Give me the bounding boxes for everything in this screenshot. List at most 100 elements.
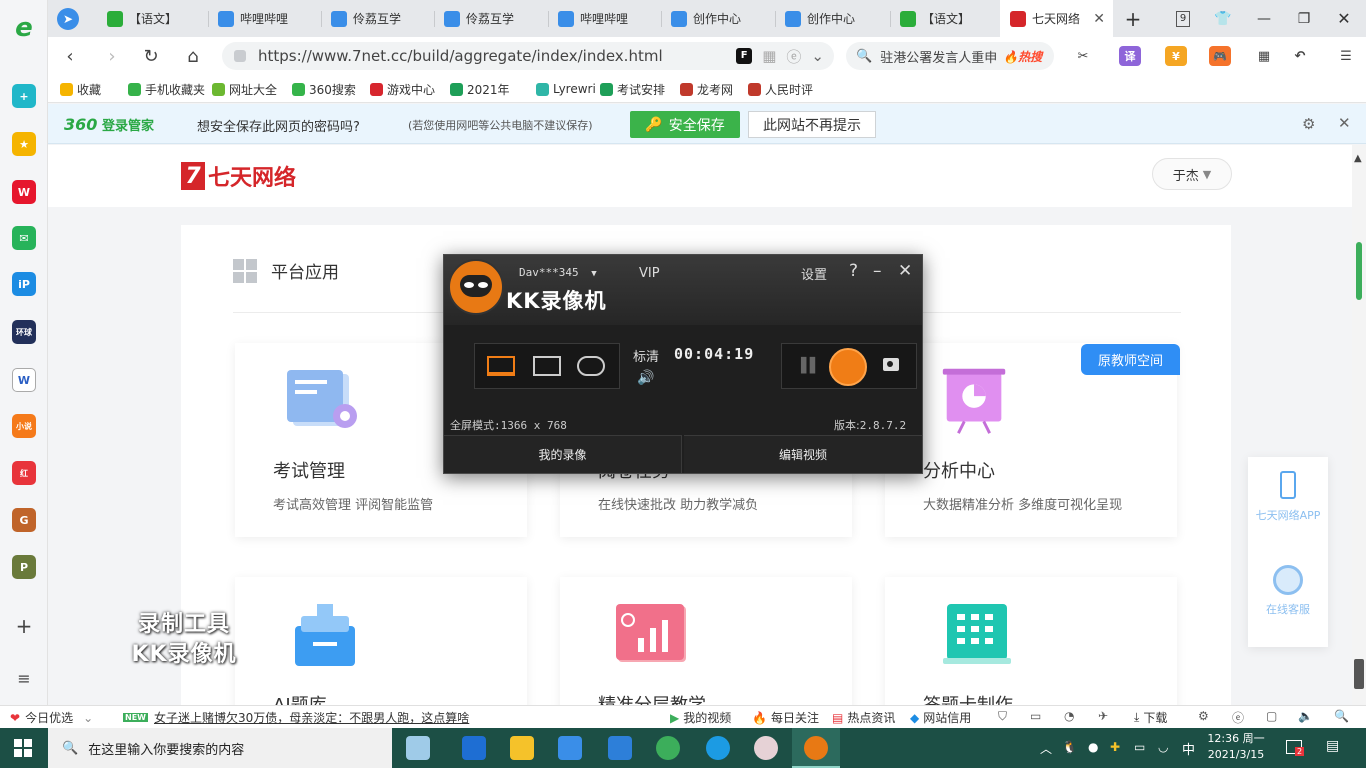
qr-icon[interactable]: ▦	[762, 47, 776, 65]
hot-news-link[interactable]: ▤ 热点资讯	[832, 709, 895, 726]
bookmark-item[interactable]: Lyrewri	[536, 81, 596, 97]
recorder-close-button[interactable]: ✕	[898, 261, 912, 281]
tray-qq-icon[interactable]: 🐧	[1062, 740, 1077, 754]
my-video-link[interactable]: ▶ 我的视频	[670, 709, 731, 726]
taskbar-tool-icon[interactable]	[754, 736, 778, 760]
daily-focus-link[interactable]: 🔥 每日关注	[752, 709, 819, 726]
taskbar-kk-active[interactable]	[792, 728, 840, 768]
recorder-settings-button[interactable]: 设置	[801, 264, 827, 283]
maximize-button[interactable]: ❐	[1284, 0, 1324, 37]
bookmark-item[interactable]: 考试安排	[600, 81, 665, 97]
sidebar-add-icon[interactable]: +	[12, 614, 36, 638]
tools-icon[interactable]: ⚙	[1198, 709, 1209, 723]
undo-icon[interactable]: ↶	[1289, 46, 1311, 66]
my-videos-button[interactable]: 我的录像	[444, 435, 682, 473]
home-button[interactable]: ⌂	[179, 43, 207, 69]
taskbar-search-input[interactable]: 🔍 在这里输入你要搜索的内容	[48, 728, 392, 768]
sidebar-news-icon[interactable]: 环球	[12, 320, 36, 344]
taskbar-clock[interactable]: 12:36 周一 2021/3/15	[1196, 731, 1276, 763]
forward-button[interactable]: ›	[98, 43, 126, 69]
pwbar-settings-icon[interactable]: ⚙	[1302, 115, 1315, 133]
sidebar-favorites-icon[interactable]: ★	[12, 132, 36, 156]
game-icon[interactable]: 🎮	[1209, 46, 1231, 66]
download-link[interactable]: ⤓ 下载	[1134, 709, 1167, 726]
sidebar-game-icon[interactable]: G	[12, 508, 36, 532]
page-scrollbar[interactable]: ▲	[1352, 145, 1366, 705]
translate-icon[interactable]: 译	[1119, 46, 1141, 66]
scroll-down-icon[interactable]	[1354, 659, 1364, 689]
browser-tab[interactable]: 创作中心	[775, 0, 889, 37]
browser-tab[interactable]: 哔哩哔哩	[548, 0, 660, 37]
sidebar-app-icon[interactable]: +	[12, 84, 36, 108]
scroll-up-icon[interactable]: ▲	[1354, 153, 1362, 164]
ie-mode-icon[interactable]: ⓔ	[1232, 709, 1244, 726]
pause-button[interactable]: ▌▌	[801, 358, 820, 374]
reload-button[interactable]: ↻	[137, 43, 165, 69]
sidebar-novel-icon[interactable]: 小说	[12, 414, 36, 438]
window-icon[interactable]: ▢	[1266, 709, 1277, 723]
url-input[interactable]: https://www.7net.cc/build/aggregate/inde…	[222, 42, 834, 70]
start-windows-icon[interactable]	[14, 739, 32, 757]
app-card-layered-teaching[interactable]: 精准分层教学	[560, 577, 852, 705]
sidebar-weibo-icon[interactable]: W	[12, 180, 36, 204]
taskbar-360-icon[interactable]	[656, 736, 680, 760]
nav-compass-icon[interactable]: ➤	[48, 0, 88, 37]
wallet-icon[interactable]: ¥	[1165, 46, 1187, 66]
app-card-answer-sheet[interactable]: 答题卡制作	[885, 577, 1177, 705]
tray-network-icon[interactable]: ▭	[1134, 740, 1145, 754]
action-center-icon[interactable]: ▤	[1326, 738, 1339, 754]
tray-360-icon[interactable]: ✚	[1110, 740, 1120, 754]
bookmark-item[interactable]: 龙考网	[680, 81, 733, 97]
taskbar-folder-icon[interactable]	[510, 736, 534, 760]
zoom-icon[interactable]: 🔍	[1334, 709, 1349, 723]
new-tab-button[interactable]: +	[1113, 0, 1153, 37]
news-headline-link[interactable]: NEW 女子迷上赌博欠30万债，母亲淡定：不跟男人跑，这点算啥	[123, 709, 469, 726]
browser-tab[interactable]: 七天网络 ✕	[1000, 0, 1113, 37]
tab-count-badge[interactable]: 9	[1163, 0, 1203, 37]
app-download-link[interactable]: 七天网络APP	[1248, 471, 1328, 523]
quality-label[interactable]: 标清	[633, 346, 659, 365]
hot-search-badge[interactable]: 🔥热搜	[1003, 48, 1042, 65]
vip-label[interactable]: VIP	[639, 266, 660, 281]
notification-icon[interactable]: 2	[1286, 740, 1305, 756]
sidebar-ip-icon[interactable]: iP	[12, 272, 36, 296]
close-window-button[interactable]: ✕	[1324, 0, 1364, 37]
bookmark-item[interactable]: 手机收藏夹	[128, 81, 205, 97]
taskbar-browser-icon[interactable]	[706, 736, 730, 760]
sidebar-menu-icon[interactable]: ≡	[12, 666, 36, 690]
browser-logo-icon[interactable]: e	[12, 13, 36, 43]
back-button[interactable]: ‹	[56, 43, 84, 69]
safe-save-button[interactable]: 🔑 安全保存	[630, 111, 740, 138]
taskbar-mail-icon[interactable]	[608, 736, 632, 760]
record-stop-button[interactable]	[829, 348, 867, 386]
compat-icon[interactable]: ⓔ	[786, 46, 801, 67]
sidebar-game2-icon[interactable]: P	[12, 555, 36, 579]
sidebar-mail-icon[interactable]: ✉	[12, 226, 36, 250]
site-trust-link[interactable]: ◆ 网站信用	[910, 709, 971, 726]
scroll-thumb[interactable]	[1356, 242, 1362, 300]
site-logo[interactable]: 7 七天网络	[181, 160, 296, 192]
region-mode-icon[interactable]	[533, 356, 561, 376]
edit-video-button[interactable]: 编辑视频	[684, 435, 922, 473]
recorder-minimize-button[interactable]: –	[873, 261, 882, 281]
app-card-ai-question-bank[interactable]: AI题库	[235, 577, 527, 705]
fullscreen-mode-icon[interactable]	[487, 356, 515, 376]
browser-tab[interactable]: 【语文】	[890, 0, 998, 37]
tray-wifi-icon[interactable]: ◡	[1158, 740, 1168, 754]
image-icon[interactable]: ▭	[1030, 709, 1041, 723]
menu-icon[interactable]: ☰	[1335, 46, 1357, 66]
minimize-button[interactable]: —	[1244, 0, 1284, 37]
taskbar-store-icon[interactable]	[558, 736, 582, 760]
sound-icon[interactable]: 🔈	[1298, 709, 1313, 723]
daily-picks-link[interactable]: ❤ 今日优选 ⌄	[10, 709, 93, 726]
volume-icon[interactable]: 🔊	[637, 370, 654, 386]
search-input[interactable]: 🔍 驻港公署发言人重申 🔥热搜	[846, 42, 1054, 70]
speed-icon[interactable]: ◔	[1064, 709, 1074, 723]
browser-tab[interactable]: 哔哩哔哩	[208, 0, 320, 37]
tray-chevron-icon[interactable]: ︿	[1040, 740, 1052, 757]
user-menu[interactable]: 于杰 ▼	[1152, 158, 1232, 190]
never-for-site-button[interactable]: 此网站不再提示	[748, 111, 876, 138]
browser-tab[interactable]: 创作中心	[661, 0, 773, 37]
teacher-space-button[interactable]: 原教师空间	[1081, 344, 1180, 375]
scissors-icon[interactable]: ✂	[1072, 46, 1094, 66]
